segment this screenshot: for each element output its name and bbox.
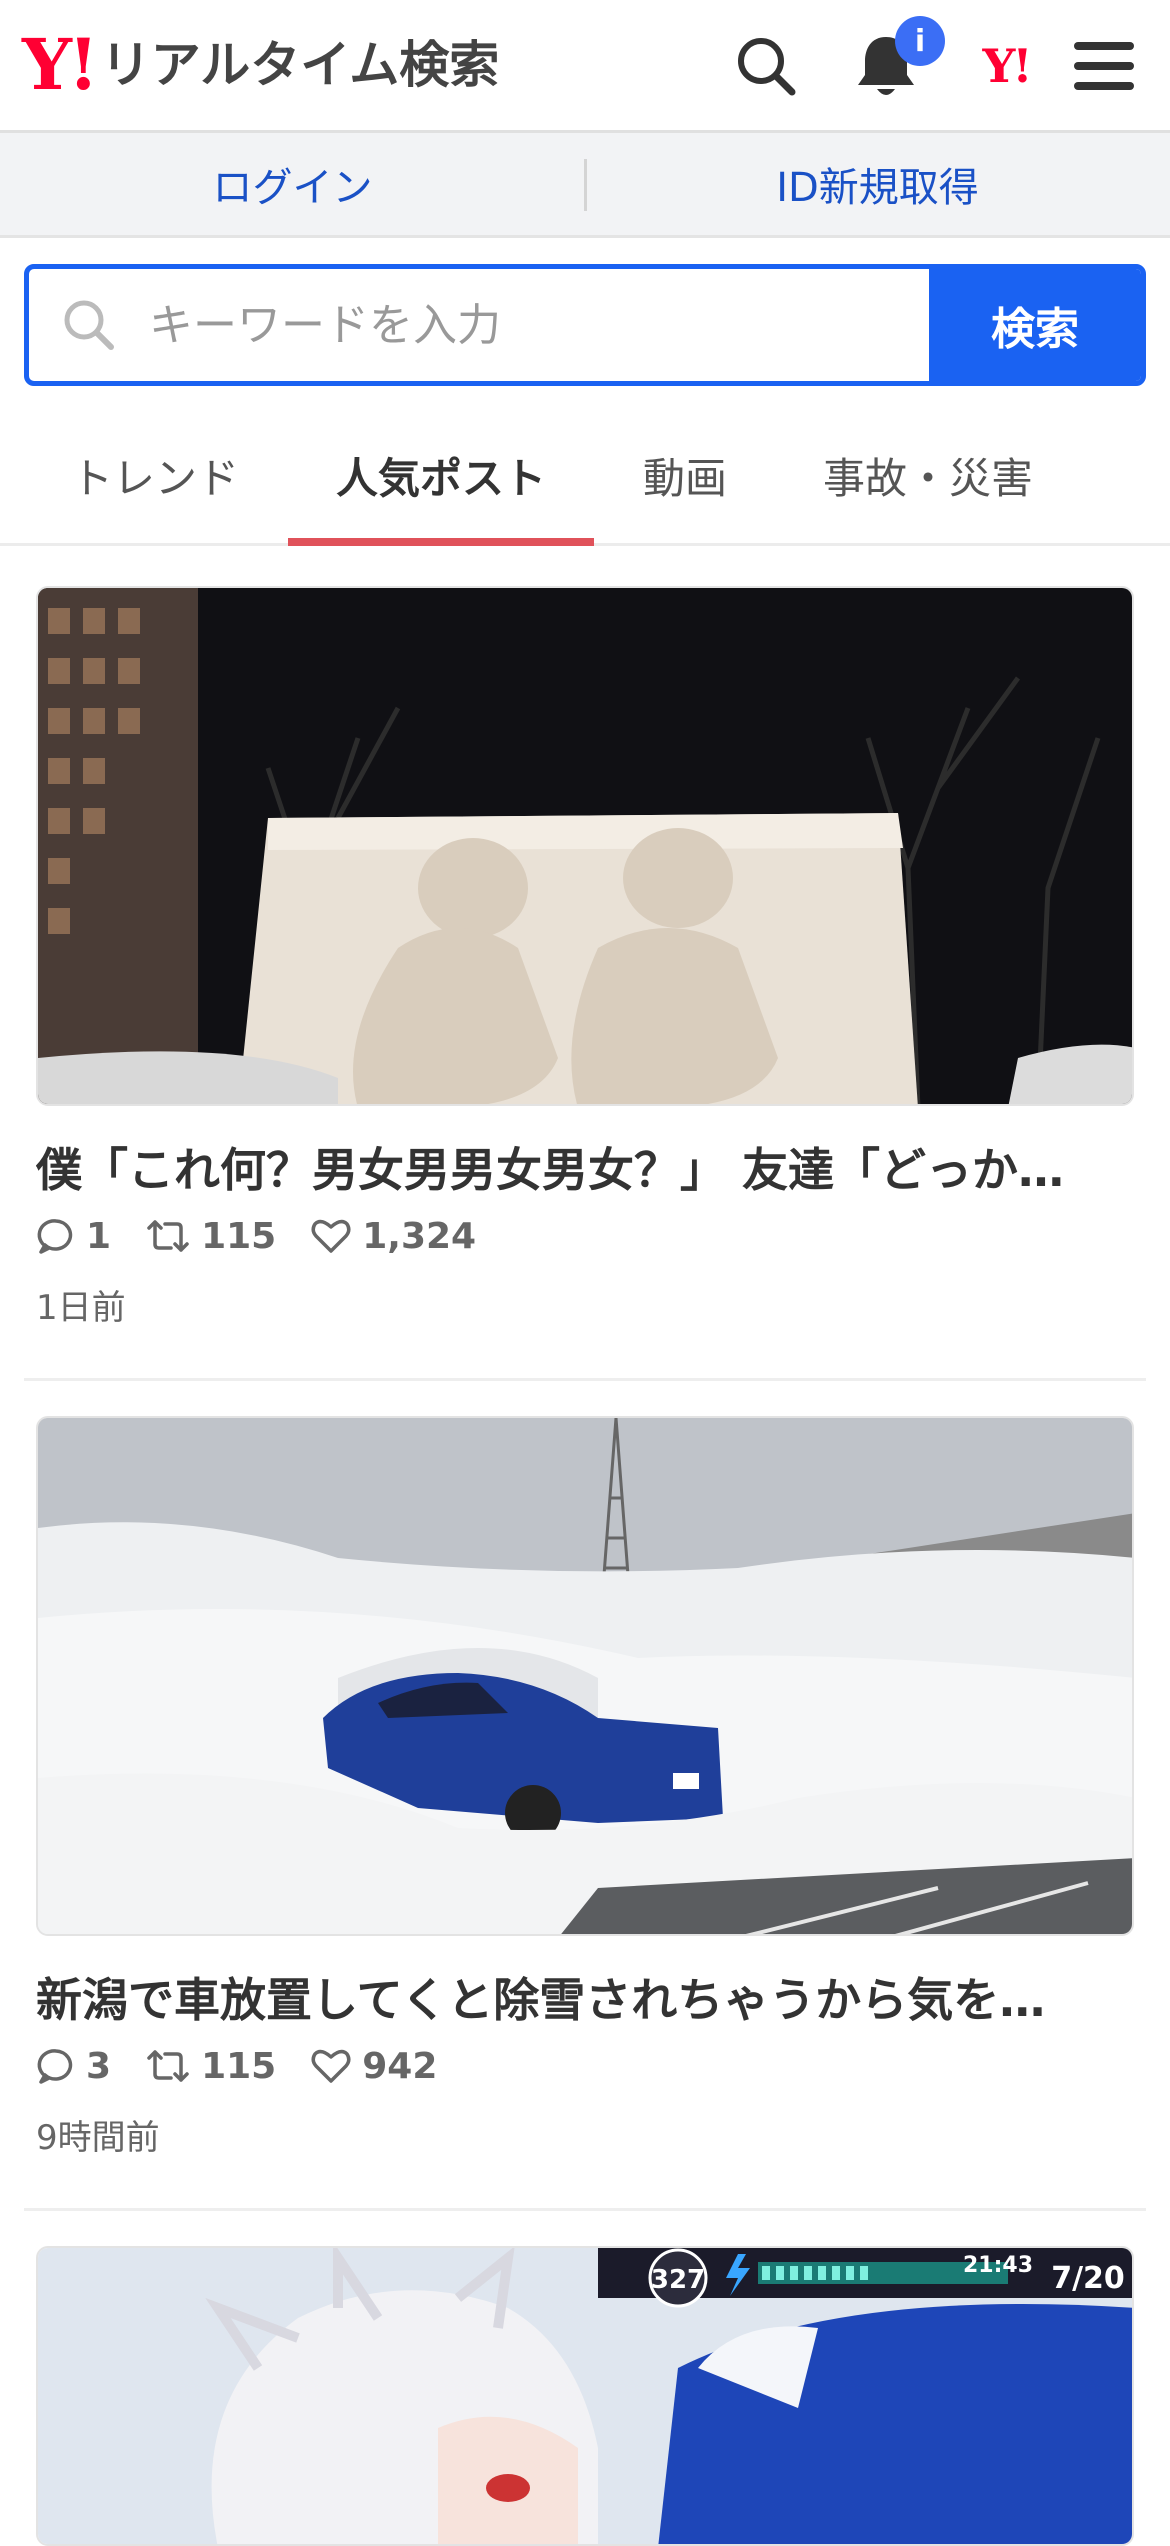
- repost-icon: [147, 1220, 189, 1252]
- post-timestamp: 9時間前: [36, 2118, 160, 2158]
- search-button[interactable]: 検索: [929, 269, 1141, 381]
- repost-count[interactable]: 115: [145, 2046, 276, 2087]
- site-title: リアルタイム検索: [100, 36, 500, 94]
- post-title[interactable]: 僕「これ何？男女男男女男女？」 友達「どっか…: [36, 1134, 1134, 1200]
- game-time: 21:43: [963, 2253, 1033, 2278]
- search-input[interactable]: [29, 269, 934, 381]
- category-tabs: トレンド 人気ポスト 動画 事故・災害: [0, 408, 1170, 546]
- yahoo-realtime-logo[interactable]: Y! リアルタイム検索: [22, 30, 499, 100]
- post-stats: 1 115 1,324: [36, 1211, 510, 1261]
- hamburger-menu-icon[interactable]: [1064, 26, 1144, 106]
- reply-icon: [37, 1219, 73, 1254]
- heart-icon: [311, 2049, 351, 2083]
- app-header: Y! リアルタイム検索 i Y!: [0, 0, 1170, 133]
- register-link[interactable]: ID新規取得: [585, 133, 1170, 235]
- post-image[interactable]: 327 21:43 7/20: [36, 2246, 1134, 2546]
- tab-trend[interactable]: トレンド: [40, 408, 270, 543]
- post-stats: 3 115 942: [36, 2041, 471, 2091]
- reply-count[interactable]: 3: [36, 2046, 111, 2087]
- game-level: 327: [651, 2265, 705, 2295]
- login-link[interactable]: ログイン: [0, 133, 585, 235]
- search-icon[interactable]: [726, 26, 806, 106]
- post-timestamp: 1日前: [36, 1288, 126, 1328]
- notification-badge: i: [895, 16, 945, 66]
- heart-icon: [311, 1219, 351, 1253]
- post-image[interactable]: [36, 1416, 1134, 1936]
- like-count[interactable]: 1,324: [310, 1216, 476, 1257]
- repost-icon: [147, 2050, 189, 2082]
- like-count[interactable]: 942: [310, 2046, 437, 2087]
- post-image[interactable]: [36, 586, 1134, 1106]
- divider: [24, 2208, 1146, 2211]
- repost-count[interactable]: 115: [145, 1216, 276, 1257]
- yahoo-logo-icon[interactable]: Y!: [966, 26, 1046, 106]
- tab-popular-posts[interactable]: 人気ポスト: [288, 408, 594, 546]
- tab-accidents-disasters[interactable]: 事故・災害: [790, 408, 1066, 543]
- post-title[interactable]: 新潟で車放置してくと除雪されちゃうから気を…: [36, 1964, 1134, 2030]
- divider: [24, 1378, 1146, 1381]
- account-bar: ログイン ID新規取得: [0, 133, 1170, 238]
- game-stage: 7/20: [1051, 2261, 1125, 2296]
- reply-count[interactable]: 1: [36, 1216, 111, 1257]
- yahoo-logo-mark: Y!: [22, 23, 99, 106]
- tab-videos[interactable]: 動画: [610, 408, 760, 543]
- reply-icon: [37, 2049, 73, 2084]
- search-form: 検索: [24, 264, 1146, 386]
